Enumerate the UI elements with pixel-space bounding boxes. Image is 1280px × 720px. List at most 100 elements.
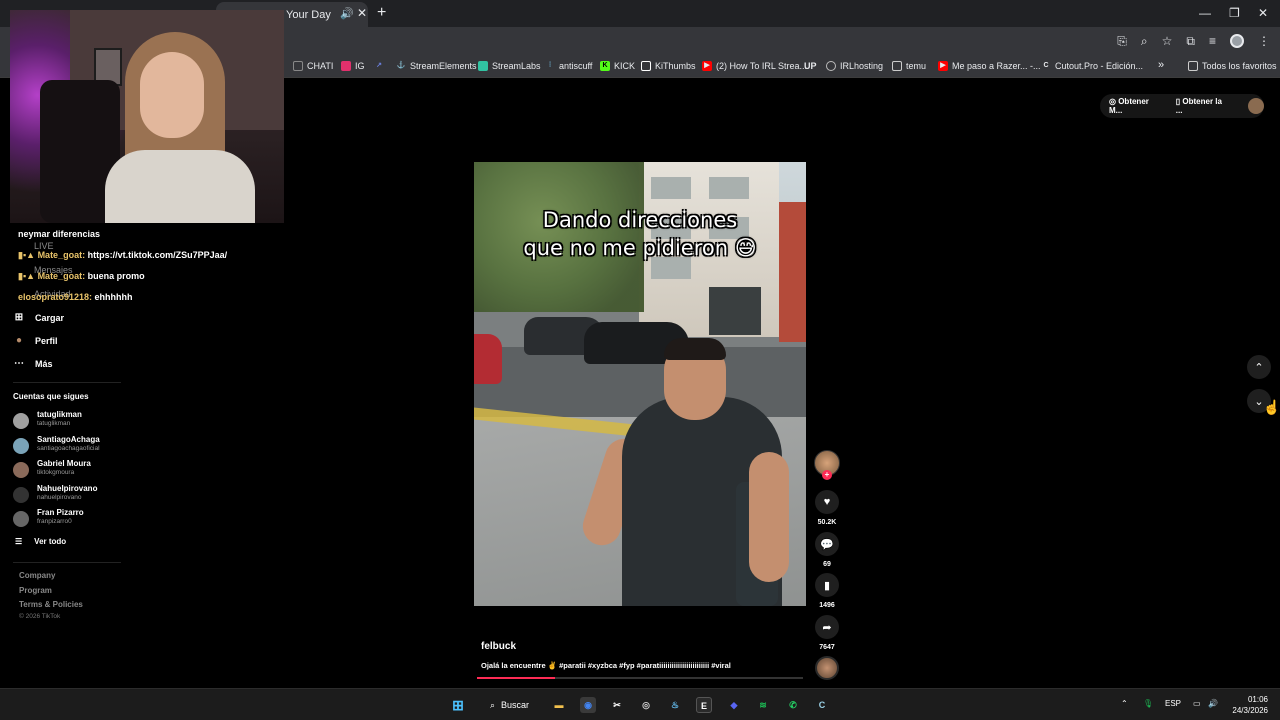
maximize-button[interactable]: ❐ <box>1229 6 1240 20</box>
profile-avatar-icon: ● <box>15 335 23 346</box>
footer-program-link[interactable]: Program <box>19 586 52 595</box>
get-app-button[interactable]: ◎ Obtener M... <box>1109 97 1164 115</box>
steam-icon[interactable]: ♨ <box>667 697 683 713</box>
tray-overflow-icon[interactable]: ⌃ <box>1121 699 1128 708</box>
windows-start-icon[interactable]: ⊞ <box>450 697 466 713</box>
share-icon[interactable]: ➦ <box>815 615 839 639</box>
menu-kebab-icon[interactable]: ⋮ <box>1258 34 1270 49</box>
get-app-pill: ◎ Obtener M... ▯ Obtener la ... <box>1100 94 1264 118</box>
followed-account[interactable]: SantiagoAchaga santiagoachagaoficial <box>13 435 213 459</box>
discord-icon[interactable]: ◆ <box>726 697 742 713</box>
sidebar-item-upload[interactable]: ⊞ Cargar <box>13 312 64 323</box>
bookmark-kithumbs[interactable]: KiThumbs <box>641 61 696 71</box>
chrome-icon[interactable]: ◉ <box>580 697 596 713</box>
reading-list-icon[interactable]: ≡ <box>1209 34 1216 49</box>
chat-message: ▮▪▲ Mate_goat: https://vt.tiktok.com/ZSu… <box>18 250 228 260</box>
follow-plus-icon[interactable]: + <box>822 470 832 480</box>
close-window-button[interactable]: ✕ <box>1258 6 1268 20</box>
system-clock[interactable]: 01:06 24/3/2026 <box>1224 694 1268 716</box>
get-desktop-app-button[interactable]: ▯ Obtener la ... <box>1176 97 1230 115</box>
bookmark-icon[interactable]: ▮ <box>815 573 839 597</box>
bookmark-chati[interactable]: CHATI <box>293 61 333 71</box>
star-bookmark-icon[interactable]: ☆ <box>1162 34 1173 49</box>
comment-icon[interactable]: 💬 <box>815 532 839 556</box>
music-disc-icon[interactable] <box>815 656 839 680</box>
volume-icon[interactable]: 🔊 <box>1208 699 1218 708</box>
avatar <box>13 487 29 503</box>
save-count: 1496 <box>819 602 835 609</box>
followed-account[interactable]: tatuglikman tatuglikman <box>13 410 213 434</box>
bookmark-kick[interactable]: K KICK <box>600 61 635 71</box>
minimize-button[interactable]: — <box>1199 6 1211 20</box>
profile-avatar-icon[interactable] <box>1230 34 1244 48</box>
microphone-icon[interactable]: 🎙 <box>1143 699 1153 708</box>
heart-icon[interactable]: ♥ <box>815 490 839 514</box>
previous-video-button[interactable]: ⌃ <box>1247 355 1271 379</box>
streamelements-icon: ⚓ <box>396 62 406 69</box>
taskbar-search[interactable]: ⌕ Buscar <box>480 696 539 714</box>
video-garage <box>709 287 761 335</box>
antiscuff-icon: ⫶ <box>549 62 551 69</box>
all-favorites-folder[interactable]: Todos los favoritos <box>1188 61 1277 71</box>
chat-badges-icon: ▮▪▲ <box>18 250 38 260</box>
building-window <box>651 177 691 199</box>
obs-icon[interactable]: ◎ <box>638 697 654 713</box>
chat-message: ▮▪▲ Mate_goat: buena promo <box>18 271 145 281</box>
video-progress-bar[interactable] <box>477 677 803 679</box>
tab-audio-icon[interactable]: 🔊 <box>340 7 354 20</box>
video-man-arm <box>749 452 789 582</box>
capcut-icon[interactable]: ✂ <box>609 697 625 713</box>
zoom-icon[interactable]: ⌕ <box>1141 34 1148 49</box>
kithumbs-icon <box>641 61 651 71</box>
comment-action: 💬 69 <box>815 532 839 568</box>
video-red-car <box>474 334 502 384</box>
bookmark-streamlabs[interactable]: StreamLabs <box>478 61 541 71</box>
bookmark-ig[interactable]: IG <box>341 61 365 71</box>
sidebar-item-profile[interactable]: ● Perfil <box>13 335 58 346</box>
chart-icon: ↗ <box>376 62 382 69</box>
divider <box>13 562 121 563</box>
bookmark-up[interactable]: UP <box>804 61 817 71</box>
language-indicator[interactable]: ESP <box>1165 699 1181 708</box>
new-tab-button[interactable]: + <box>377 4 386 22</box>
bookmark-streamelements[interactable]: ⚓ StreamElements <box>396 61 477 71</box>
kick-icon: K <box>600 61 610 71</box>
footer-terms-link[interactable]: Terms & Policies <box>19 600 83 609</box>
chat-badges-icon: ▮▪▲ <box>18 271 38 281</box>
tab-close-icon[interactable]: ✕ <box>357 6 367 20</box>
chevron-up-icon: ⌃ <box>1254 361 1264 374</box>
cursor-app-icon[interactable]: C <box>814 697 830 713</box>
webcam-overlay <box>10 10 284 223</box>
more-bookmarks-button[interactable]: » <box>1158 59 1164 71</box>
sidebar-item-more[interactable]: ⋯ Más <box>13 358 53 369</box>
see-all-button[interactable]: ☰ Ver todo <box>15 537 66 546</box>
install-app-icon[interactable]: ⎘ <box>1117 34 1127 49</box>
footer-company-link[interactable]: Company <box>19 571 55 580</box>
network-icon[interactable]: ▭ <box>1193 699 1201 708</box>
folder-icon <box>1188 61 1198 71</box>
webcam-person-shirt <box>105 150 255 223</box>
creator-username[interactable]: felbuck <box>481 641 516 652</box>
user-avatar[interactable] <box>1248 98 1264 114</box>
followed-account[interactable]: Nahuelpirovano nahuelpirovano <box>13 484 213 508</box>
share-count: 7647 <box>819 644 835 651</box>
followed-account[interactable]: Gabriel Moura tiktokgmoura <box>13 459 213 483</box>
bookmark-temu[interactable]: temu <box>892 61 926 71</box>
bookmark-razer[interactable]: ▶ Me paso a Razer... -... <box>938 61 1041 71</box>
screen: Your Day 🔊 ✕ + — ❐ ✕ ⎘ ⌕ ☆ ⧉ ≡ ⋮ CHATI I… <box>0 0 1280 720</box>
file-explorer-icon[interactable]: ▬ <box>551 697 567 713</box>
whatsapp-icon[interactable]: ✆ <box>785 697 801 713</box>
folder-icon <box>892 61 902 71</box>
video-player[interactable]: Dando direcciones que no me pidieron 😅 <box>474 162 806 606</box>
bookmark-chart[interactable]: ↗ <box>374 61 384 71</box>
epic-games-icon[interactable]: E <box>696 697 712 713</box>
bookmark-antiscuff[interactable]: ⫶ antiscuff <box>545 61 592 71</box>
spotify-icon[interactable]: ≋ <box>755 697 771 713</box>
followed-account[interactable]: Fran Pizarro franpizarro0 <box>13 508 213 532</box>
bookmark-irlhosting[interactable]: IRLhosting <box>826 61 883 71</box>
extensions-icon[interactable]: ⧉ <box>1186 34 1195 49</box>
bookmark-cutout[interactable]: C Cutout.Pro - Edición... <box>1041 61 1143 71</box>
upload-icon: ⊞ <box>14 312 24 323</box>
search-icon: ⌕ <box>490 699 496 710</box>
bookmark-how-to-irl[interactable]: ▶ (2) How To IRL Strea... <box>702 61 807 71</box>
